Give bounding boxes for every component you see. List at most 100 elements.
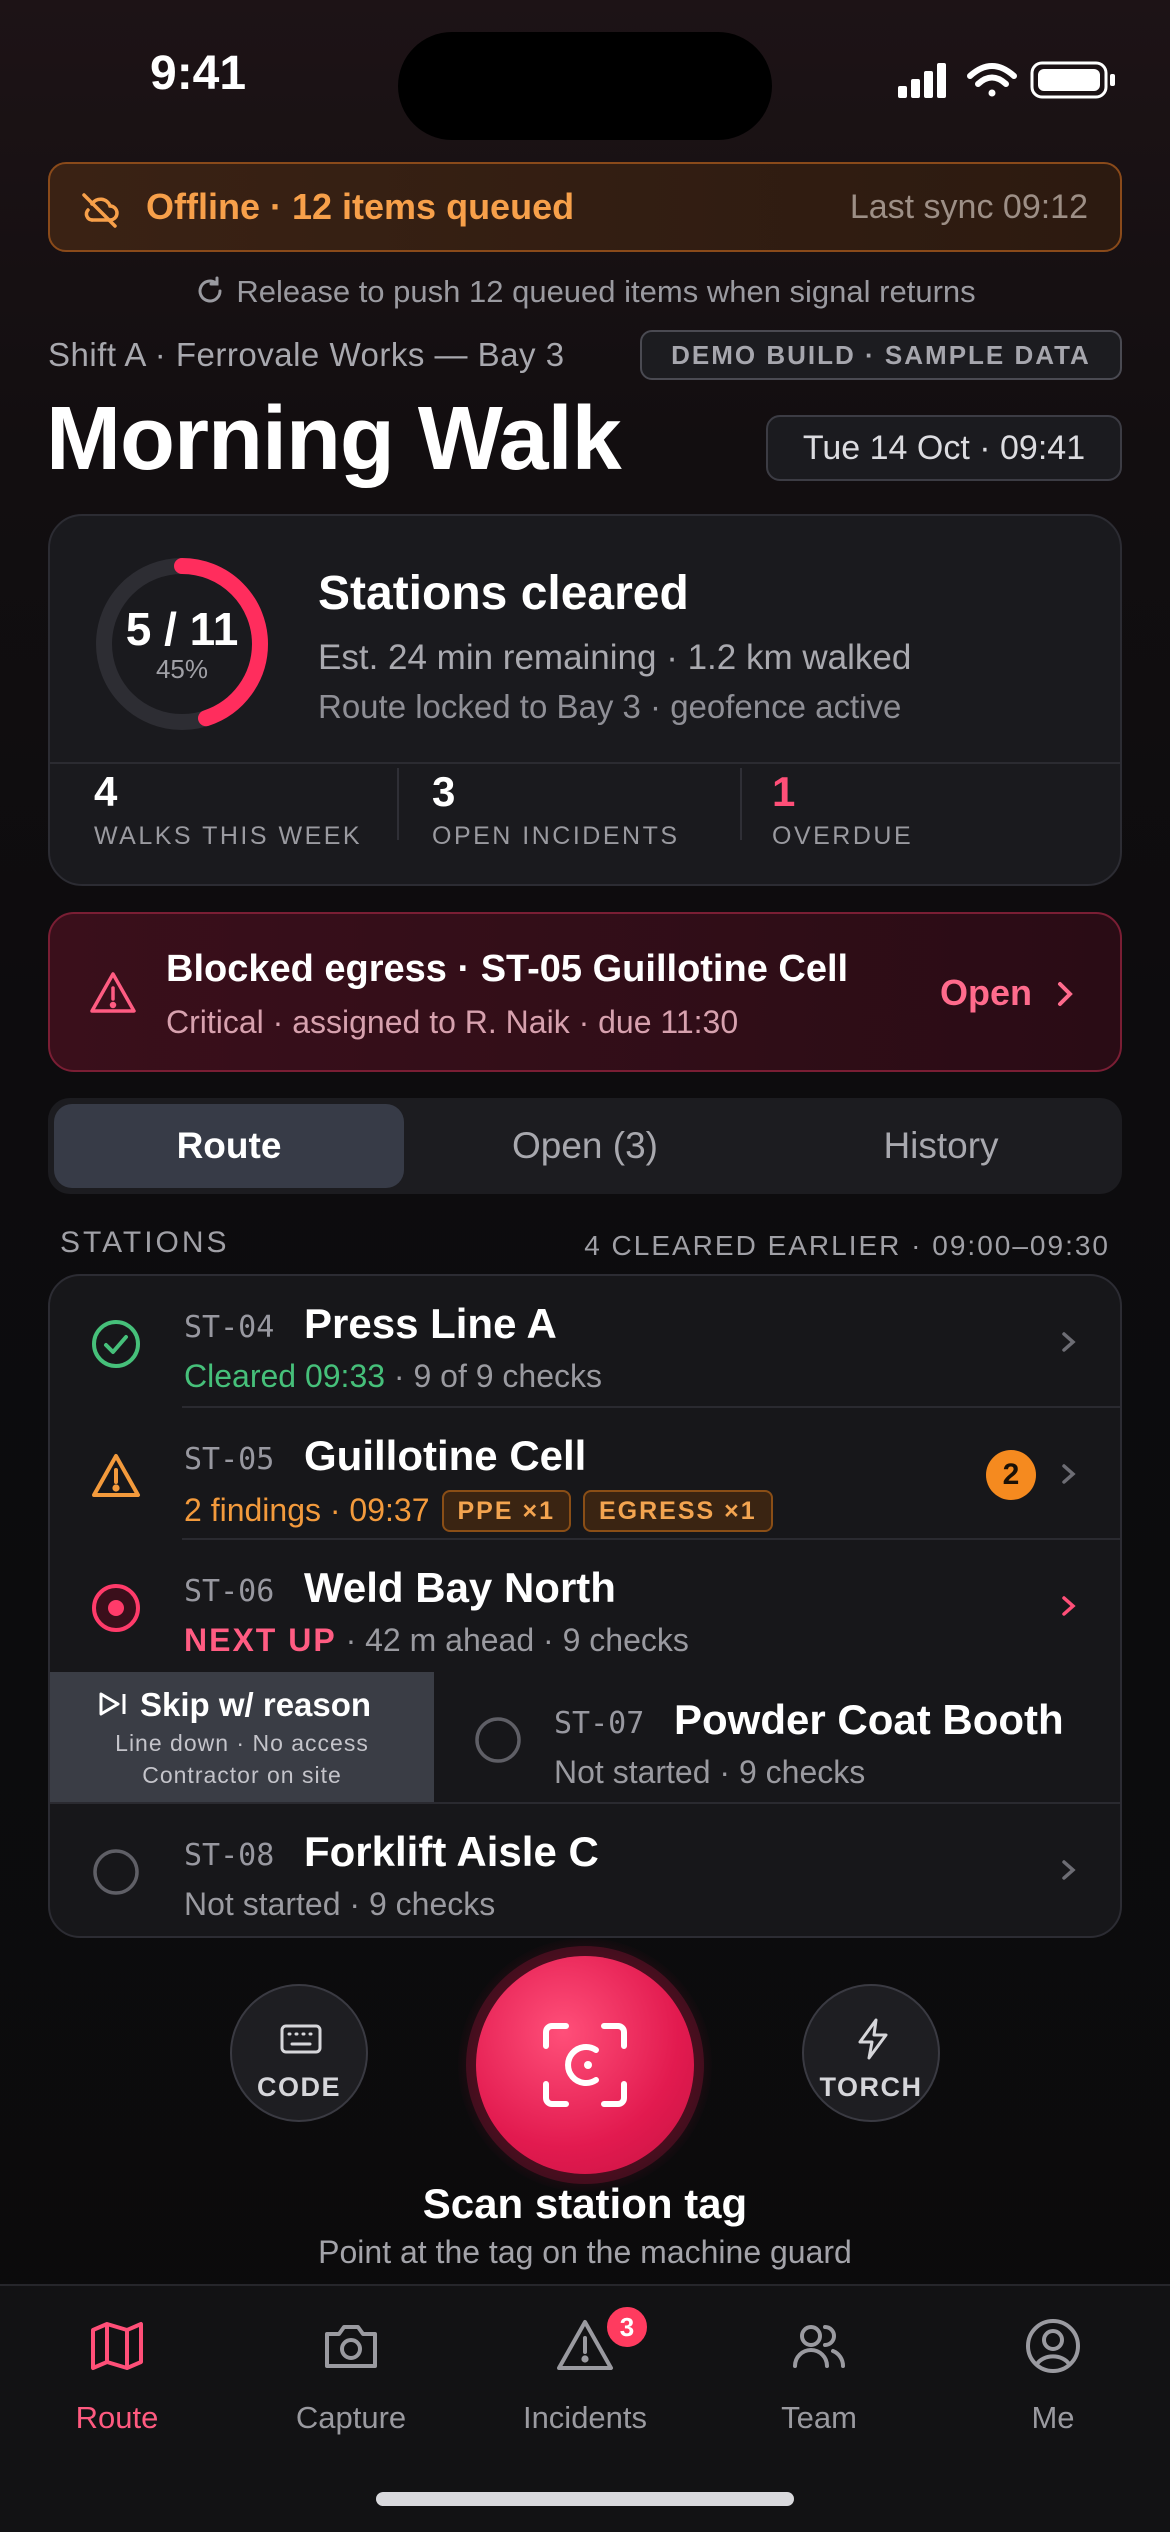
incidents-count-badge: 3	[604, 2304, 650, 2350]
progress-estimate: Est. 24 min remaining · 1.2 km walked	[318, 638, 912, 677]
station-row-st-04[interactable]: ST-04 Press Line A Cleared 09:33 · 9 of …	[50, 1276, 1120, 1408]
release-hint: Release to push 12 queued items when sig…	[0, 274, 1170, 310]
station-meta: Not started · 9 checks	[184, 1886, 496, 1922]
dynamic-island	[398, 32, 772, 140]
tab-open[interactable]: Open (3)	[410, 1104, 760, 1188]
progress-card: 5 / 11 45% Stations cleared Est. 24 min …	[48, 514, 1122, 886]
tabbar-label: Incidents	[522, 2400, 648, 2435]
skip-reasons: Contractor on site	[142, 1762, 342, 1788]
empty-circle-icon	[475, 1717, 521, 1763]
chevron-right-icon	[1062, 1596, 1076, 1616]
warning-icon	[90, 972, 136, 1013]
skip-with-reason-button[interactable]: Skip w/ reason Line down · No access Con…	[50, 1672, 434, 1804]
station-row-st-08[interactable]: ST-08 Forklift Aisle C Not started · 9 c…	[50, 1804, 1120, 1936]
tabbar-incidents[interactable]: 3 Incidents	[468, 2304, 702, 2438]
station-name: Powder Coat Booth	[674, 1696, 1064, 1743]
station-row-st-06[interactable]: ST-06 Weld Bay North NEXT UP · 42 m ahea…	[50, 1540, 1120, 1672]
tabbar-label: Capture	[295, 2400, 407, 2435]
release-hint-text: Release to push 12 queued items when sig…	[236, 274, 976, 309]
chevron-right-icon	[1062, 1332, 1076, 1352]
tabbar-label: Me	[1031, 2400, 1075, 2435]
progress-route-lock: Route locked to Bay 3 · geofence active	[318, 688, 902, 725]
finding-tag-ppe: PPE ×1	[441, 1490, 571, 1532]
stat-walks-this-week: 4 WALKS THIS WEEK	[94, 768, 363, 850]
home-indicator	[376, 2492, 794, 2506]
scan-icon	[543, 2023, 627, 2107]
scan-tag-button[interactable]	[476, 1956, 694, 2174]
stations-cleared-percent: 45%	[155, 654, 209, 684]
station-name: Weld Bay North	[304, 1564, 616, 1611]
empty-circle-icon	[93, 1849, 139, 1895]
skip-icon	[99, 1692, 126, 1716]
battery-icon	[1030, 61, 1115, 99]
divider	[740, 768, 742, 840]
chevron-right-icon	[1058, 982, 1073, 1006]
warning-icon	[92, 1454, 140, 1497]
code-label: CODE	[256, 2072, 341, 2102]
findings-count-badge: 2	[986, 1450, 1036, 1500]
torch-button[interactable]: TORCH	[802, 1984, 940, 2122]
profile-icon	[1026, 2319, 1080, 2373]
alert-subtitle: Critical · assigned to R. Naik · due 11:…	[166, 1004, 739, 1040]
tab-route[interactable]: Route	[54, 1104, 404, 1188]
chevron-right-icon	[1062, 1860, 1076, 1880]
team-icon	[793, 2325, 846, 2368]
cloud-off-icon	[82, 193, 119, 228]
check-circle-icon	[92, 1320, 140, 1368]
offline-banner[interactable]: Offline · 12 items queued Last sync 09:1…	[48, 162, 1122, 252]
station-code: ST-08	[184, 1838, 275, 1873]
target-icon	[92, 1584, 140, 1632]
station-meta: Not started · 9 checks	[554, 1754, 866, 1790]
divider	[50, 762, 1120, 764]
station-code: ST-04	[184, 1310, 275, 1345]
date-pill: Tue 14 Oct · 09:41	[766, 415, 1122, 481]
progress-title: Stations cleared	[318, 567, 689, 620]
last-sync: Last sync 09:12	[849, 188, 1088, 226]
skip-label: Skip w/ reason	[96, 1686, 371, 1724]
station-row-st-07[interactable]: Skip w/ reason Line down · No access Con…	[50, 1672, 1120, 1804]
offline-status: Offline · 12 items queued	[146, 186, 575, 227]
scan-subtitle: Point at the tag on the machine guard	[318, 2234, 852, 2270]
camera-icon	[325, 2325, 377, 2368]
station-list: ST-04 Press Line A Cleared 09:33 · 9 of …	[48, 1274, 1122, 1938]
station-meta: 2 findings · 09:37 PPE ×1 EGRESS ×1	[184, 1490, 773, 1532]
bolt-icon	[858, 2018, 888, 2060]
status-time: 9:41	[150, 47, 247, 100]
finding-tag-egress: EGRESS ×1	[582, 1490, 773, 1532]
tabbar-team[interactable]: Team	[702, 2308, 936, 2438]
station-code: ST-06	[184, 1574, 275, 1609]
stations-cleared-count: 5 / 11	[125, 603, 239, 655]
station-row-content: ST-07 Powder Coat Booth Not started · 9 …	[430, 1672, 1120, 1804]
refresh-icon	[198, 276, 222, 303]
divider	[397, 768, 399, 840]
skip-reasons: Line down · No access	[115, 1730, 369, 1756]
stations-heading: STATIONS	[60, 1226, 230, 1259]
demo-badge: DEMO BUILD · SAMPLE DATA	[640, 330, 1122, 380]
station-name: Forklift Aisle C	[304, 1828, 599, 1875]
station-meta: NEXT UP · 42 m ahead · 9 checks	[184, 1622, 689, 1658]
station-code: ST-05	[184, 1442, 275, 1477]
tab-history[interactable]: History	[766, 1104, 1116, 1188]
view-segmented-control: Route Open (3) History	[48, 1098, 1122, 1194]
tabbar-label: Team	[781, 2400, 857, 2435]
wifi-icon	[967, 63, 1017, 97]
tabbar-me[interactable]: Me	[936, 2308, 1170, 2438]
tabbar-route[interactable]: Route	[0, 2308, 234, 2438]
status-icons	[898, 61, 1115, 99]
alert-open-button[interactable]: Open	[940, 972, 1074, 1014]
tabbar-capture[interactable]: Capture	[234, 2308, 468, 2438]
shift-location: Shift A · Ferrovale Works — Bay 3	[48, 336, 565, 373]
page-title: Morning Walk	[46, 389, 622, 489]
critical-incident-alert[interactable]: Blocked egress · ST-05 Guillotine Cell C…	[48, 912, 1122, 1072]
station-row-st-05[interactable]: ST-05 Guillotine Cell 2 findings · 09:37…	[50, 1408, 1120, 1540]
stations-summary: 4 CLEARED EARLIER · 09:00–09:30	[584, 1230, 1110, 1261]
station-name: Press Line A	[304, 1300, 557, 1347]
station-name: Guillotine Cell	[304, 1432, 587, 1479]
tabbar-label: Route	[75, 2400, 159, 2435]
cellular-signal-icon	[898, 63, 946, 98]
stat-open-incidents: 3 OPEN INCIDENTS	[432, 768, 680, 850]
map-icon	[91, 2322, 143, 2370]
enter-code-button[interactable]: CODE	[230, 1984, 368, 2122]
station-code: ST-07	[554, 1706, 645, 1741]
stat-overdue: 1 OVERDUE	[772, 768, 914, 850]
